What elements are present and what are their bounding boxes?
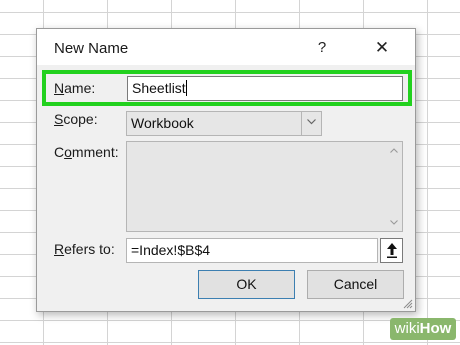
comment-textarea[interactable] (126, 141, 403, 232)
refers-to-label-text: efers to: (64, 241, 115, 257)
name-input[interactable]: Sheetlist (127, 76, 403, 101)
help-button[interactable]: ? (307, 35, 337, 61)
refers-to-label: Refers to: (54, 241, 115, 257)
scope-label-accesskey: S (54, 111, 64, 127)
close-button[interactable]: ✕ (367, 35, 397, 61)
ok-button[interactable]: OK (198, 270, 295, 299)
cancel-button[interactable]: Cancel (307, 270, 404, 299)
scope-select[interactable]: Workbook (126, 111, 322, 136)
name-label-text: ame: (64, 80, 96, 96)
comment-scrollbar[interactable] (385, 142, 402, 231)
arrow-up-icon (386, 243, 397, 258)
comment-label-prefix: C (54, 144, 65, 160)
text-caret (185, 80, 187, 96)
dialog-title: New Name (54, 40, 129, 57)
comment-label-text: mment: (71, 144, 119, 160)
refers-to-value: =Index!$B$4 (131, 242, 211, 258)
scope-select-value: Workbook (131, 115, 194, 131)
dialog-titlebar[interactable]: New Name ? ✕ (37, 29, 415, 65)
chevron-down-icon[interactable] (301, 111, 322, 136)
scroll-down-icon[interactable] (385, 214, 402, 231)
name-label: Name: (54, 80, 95, 96)
name-label-accesskey: N (54, 80, 65, 96)
comment-label: Comment: (54, 144, 119, 160)
refers-to-label-accesskey: R (54, 241, 65, 257)
watermark-how: How (419, 320, 452, 337)
name-input-value: Sheetlist (132, 80, 186, 96)
watermark-wiki: wiki (394, 320, 420, 337)
resize-grip-icon[interactable] (403, 299, 413, 309)
comment-label-accesskey: o (64, 144, 72, 160)
scroll-up-icon[interactable] (385, 142, 402, 159)
wikihow-watermark: wikiHow (390, 318, 456, 340)
new-name-dialog: New Name ? ✕ Name: Sheetlist Scope: Work… (36, 28, 416, 312)
scope-label: Scope: (54, 111, 98, 127)
refers-to-input[interactable]: =Index!$B$4 (126, 238, 378, 263)
collapse-dialog-button[interactable] (380, 238, 403, 263)
scope-label-text: cope: (63, 111, 98, 127)
